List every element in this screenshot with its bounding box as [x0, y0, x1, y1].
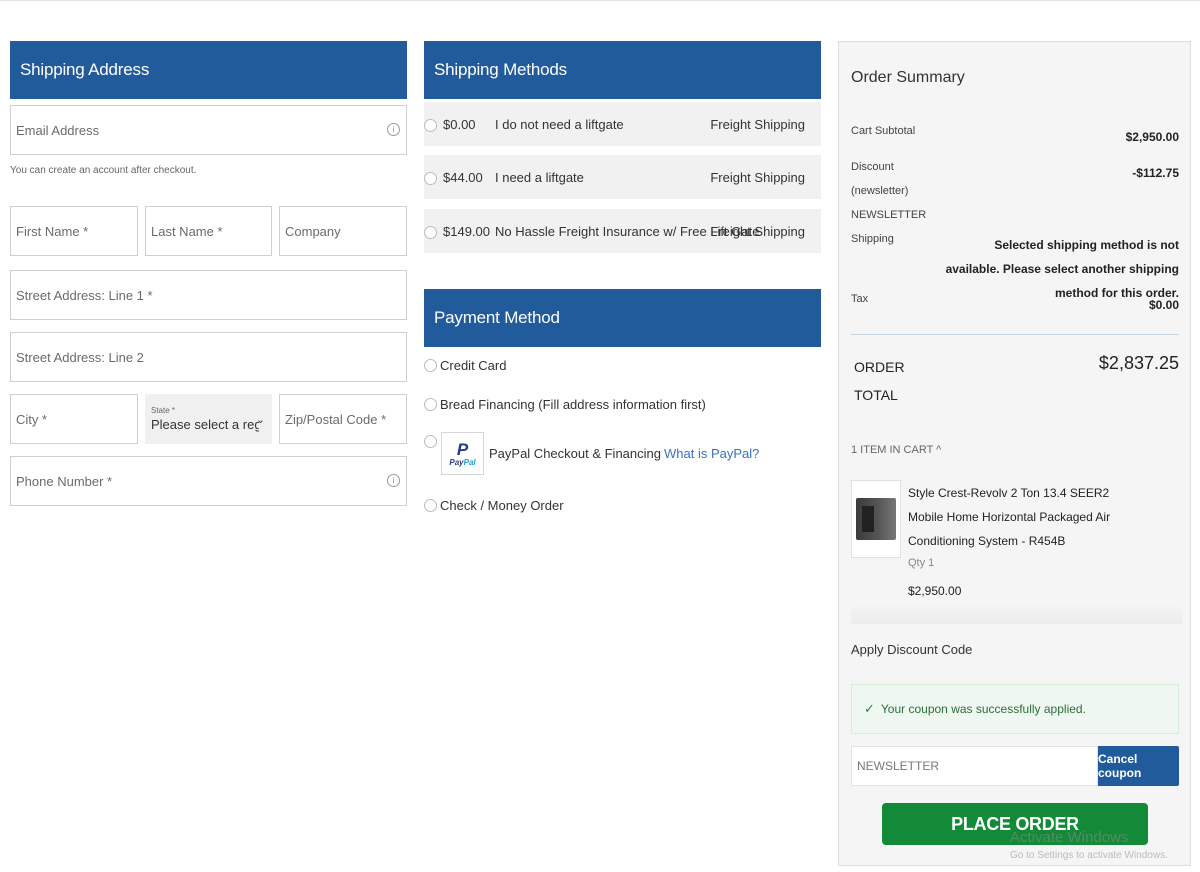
- email-field[interactable]: Email Address i: [10, 105, 407, 155]
- shipping-carrier: Freight Shipping: [710, 169, 805, 185]
- check-icon: ✓: [864, 701, 875, 716]
- company-placeholder: Company: [285, 223, 341, 239]
- product-qty: Qty 1: [908, 557, 935, 569]
- shipping-option-1[interactable]: $44.00 I need a liftgate Freight Shippin…: [424, 155, 821, 199]
- email-placeholder: Email Address: [16, 122, 100, 138]
- subtotal-value: $2,950.00: [1125, 130, 1179, 144]
- order-summary-panel: Order Summary Cart Subtotal $2,950.00 Di…: [838, 41, 1191, 866]
- cart-fade: [851, 604, 1182, 624]
- shipping-label: I do not need a liftgate: [495, 116, 624, 132]
- cancel-coupon-button[interactable]: Cancel coupon: [1098, 746, 1179, 786]
- info-icon[interactable]: i: [387, 123, 400, 136]
- email-hint: You can create an account after checkout…: [10, 165, 197, 176]
- order-total-label: ORDER TOTAL: [854, 359, 905, 403]
- discount-code-label: NEWSLETTER: [851, 209, 927, 221]
- shipping-methods-title: Shipping Methods: [424, 41, 821, 99]
- shipping-price: $44.00: [443, 169, 483, 185]
- tax-value: $0.00: [1148, 298, 1179, 312]
- street-line1-field[interactable]: Street Address: Line 1 *: [10, 270, 407, 320]
- payment-radio[interactable]: [424, 499, 437, 512]
- shipping-option-0[interactable]: $0.00 I do not need a liftgate Freight S…: [424, 102, 821, 146]
- payment-label: Check / Money Order: [440, 498, 564, 513]
- product-price: $2,950.00: [908, 584, 962, 598]
- city-field[interactable]: City *: [10, 394, 138, 444]
- paypal-logo: P PayPal: [441, 432, 484, 475]
- shipping-radio[interactable]: [424, 226, 437, 239]
- company-field[interactable]: Company: [279, 206, 407, 256]
- street-line2-field[interactable]: Street Address: Line 2: [10, 332, 407, 382]
- discount-label: Discount: [851, 161, 894, 173]
- paypal-p-icon: P: [456, 439, 469, 459]
- shipping-carrier: Freight Shipping: [710, 116, 805, 132]
- success-text: Your coupon was successfully applied.: [880, 702, 1086, 716]
- payment-radio[interactable]: [424, 398, 437, 411]
- chevron-down-icon: ⌄: [255, 414, 265, 426]
- state-label: State *: [151, 406, 176, 415]
- payment-label: Bread Financing (Fill address informatio…: [440, 397, 706, 412]
- place-order-button[interactable]: PLACE ORDER: [882, 803, 1148, 845]
- top-divider: [0, 0, 1200, 1]
- last-name-placeholder: Last Name *: [151, 223, 223, 239]
- shipping-price: $149.00: [443, 223, 490, 239]
- payment-radio[interactable]: [424, 435, 437, 448]
- street-line2-placeholder: Street Address: Line 2: [16, 349, 144, 365]
- product-name: Style Crest-Revolv 2 Ton 13.4 SEER2 Mobi…: [908, 486, 1111, 548]
- payment-option-check[interactable]: Check / Money Order: [424, 498, 564, 513]
- state-select[interactable]: State * Please select a region, state or…: [145, 394, 272, 444]
- street-line1-placeholder: Street Address: Line 1 *: [16, 287, 153, 303]
- info-icon[interactable]: i: [387, 474, 400, 487]
- shipping-address-title: Shipping Address: [10, 41, 407, 99]
- zip-field[interactable]: Zip/Postal Code *: [279, 394, 407, 444]
- shipping-radio[interactable]: [424, 172, 437, 185]
- shipping-carrier: Freight Shipping: [710, 223, 805, 239]
- state-value: Please select a region, state or provinc…: [151, 417, 259, 432]
- shipping-address-panel: Shipping Address Email Address i You can…: [10, 41, 407, 506]
- shipping-radio[interactable]: [424, 119, 437, 132]
- city-placeholder: City *: [16, 411, 48, 427]
- shipping-price: $0.00: [443, 116, 476, 132]
- coupon-success-message: ✓ Your coupon was successfully applied.: [851, 684, 1179, 734]
- last-name-field[interactable]: Last Name *: [145, 206, 272, 256]
- discount-value: -$112.75: [1132, 166, 1179, 180]
- coupon-input[interactable]: NEWSLETTER: [851, 746, 1098, 786]
- first-name-placeholder: First Name *: [16, 223, 89, 239]
- payment-option-credit-card[interactable]: Credit Card: [424, 358, 506, 373]
- shipping-warning: Selected shipping method is not availabl…: [945, 238, 1179, 300]
- apply-discount-toggle[interactable]: Apply Discount Code: [851, 642, 972, 657]
- subtotal-label: Cart Subtotal: [851, 125, 916, 137]
- shipping-label: Shipping: [851, 233, 894, 245]
- product-thumbnail: [851, 480, 901, 558]
- discount-sublabel: (newsletter): [851, 185, 909, 197]
- order-summary-title: Order Summary: [851, 69, 965, 86]
- first-name-field[interactable]: First Name *: [10, 206, 138, 256]
- paypal-wordmark: PayPal: [449, 457, 476, 467]
- phone-field[interactable]: Phone Number * i: [10, 456, 407, 506]
- summary-divider: [851, 334, 1179, 335]
- payment-method-panel: Payment Method: [424, 289, 821, 347]
- air-conditioner-image: [856, 498, 896, 540]
- payment-method-title: Payment Method: [424, 289, 821, 347]
- shipping-methods-panel: Shipping Methods $0.00 I do not need a l…: [424, 41, 821, 513]
- payment-option-bread[interactable]: Bread Financing (Fill address informatio…: [424, 397, 706, 412]
- zip-placeholder: Zip/Postal Code *: [285, 411, 387, 427]
- phone-placeholder: Phone Number *: [16, 473, 113, 489]
- payment-label: Credit Card: [440, 358, 507, 373]
- payment-radio[interactable]: [424, 359, 437, 372]
- shipping-option-2[interactable]: $149.00 No Hassle Freight Insurance w/ F…: [424, 209, 821, 253]
- payment-option-paypal[interactable]: P PayPal PayPal Checkout & Financing Wha…: [424, 432, 759, 475]
- order-total-value: $2,837.25: [1098, 353, 1179, 373]
- payment-label: PayPal Checkout & Financing: [489, 446, 661, 461]
- what-is-paypal-link[interactable]: What is PayPal?: [664, 446, 759, 461]
- shipping-label: I need a liftgate: [495, 169, 584, 185]
- tax-label: Tax: [851, 293, 869, 305]
- coupon-value: NEWSLETTER: [857, 759, 940, 773]
- cart-items-toggle[interactable]: 1 ITEM IN CART ^: [851, 444, 941, 456]
